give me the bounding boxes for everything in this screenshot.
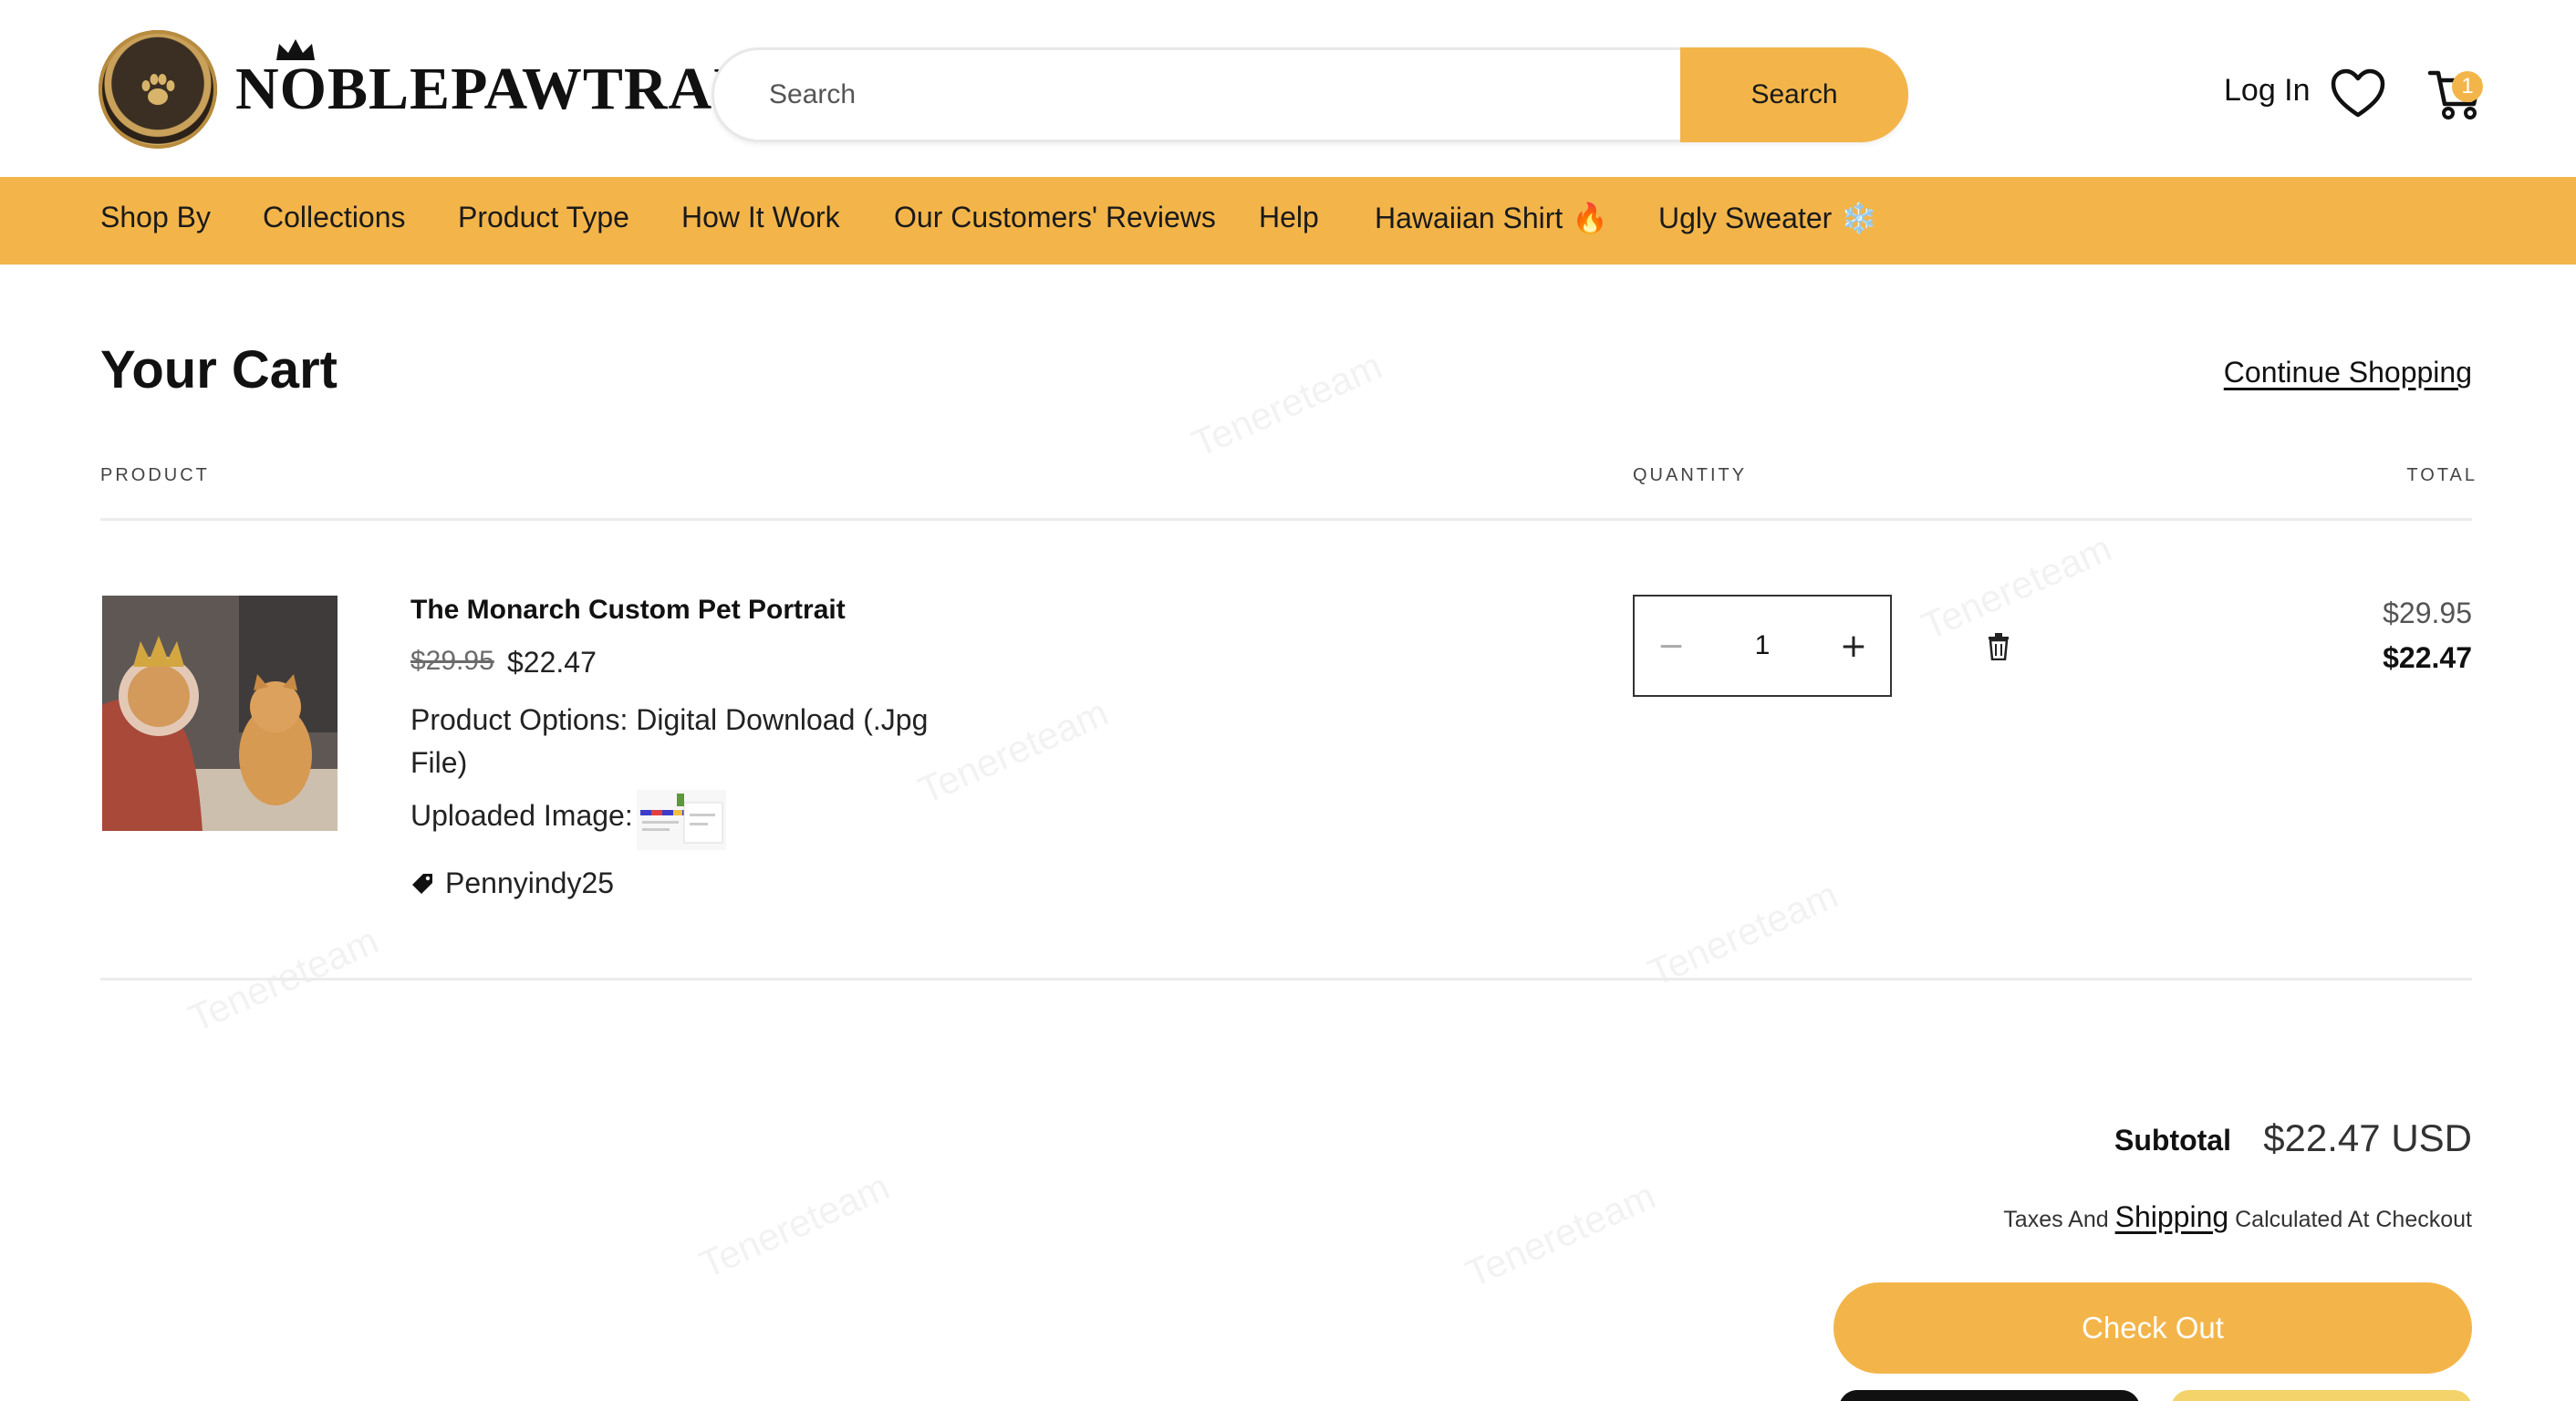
- logo-name: NOBLEPAWTRAIT: [235, 56, 778, 122]
- product-thumbnail[interactable]: [102, 596, 338, 831]
- wishlist-heart-icon[interactable]: [2330, 67, 2386, 119]
- nav-item-label: Hawaiian Shirt: [1375, 202, 1563, 234]
- shipping-link[interactable]: Shipping: [2115, 1200, 2229, 1233]
- page: Tenereteam Tenereteam Tenereteam Teneret…: [0, 0, 2576, 1401]
- nav-item-customer-reviews[interactable]: Our Customers' Reviews: [894, 201, 1216, 234]
- product-options: Product Options: Digital Download (.Jpg …: [410, 703, 929, 779]
- paw-logo-icon: [99, 30, 217, 149]
- column-header-quantity: QUANTITY: [1633, 465, 1748, 485]
- main-nav: Shop By Collections Product Type How It …: [0, 177, 2576, 265]
- tax-note-prefix: Taxes And: [2003, 1207, 2109, 1232]
- search-input[interactable]: [714, 50, 1681, 140]
- fire-icon: 🔥: [1572, 202, 1609, 234]
- cart-count-badge: 1: [2452, 71, 2483, 102]
- tax-shipping-note: Taxes And Shipping Calculated At Checkou…: [2003, 1200, 2472, 1234]
- original-price: $29.95: [410, 646, 494, 676]
- nav-item-collections[interactable]: Collections: [263, 201, 406, 234]
- decrease-quantity-button[interactable]: −: [1635, 597, 1708, 695]
- increase-quantity-button[interactable]: +: [1817, 597, 1890, 695]
- tax-note-suffix: Calculated At Checkout: [2235, 1207, 2472, 1232]
- nav-item-label: Our Customers' Reviews: [894, 201, 1216, 234]
- nav-item-label: How It Work: [681, 201, 840, 234]
- nav-item-label: Help: [1259, 201, 1319, 234]
- nav-item-label: Ugly Sweater: [1658, 202, 1833, 234]
- column-header-product: PRODUCT: [100, 465, 210, 485]
- nav-item-hawaiian-shirt[interactable]: Hawaiian Shirt 🔥: [1375, 201, 1608, 235]
- site-header: NOBLEPAWTRAIT Search Log In 1: [0, 0, 2576, 177]
- divider: [100, 978, 2472, 981]
- express-pay-button[interactable]: [2171, 1390, 2472, 1401]
- watermark-text: Tenereteam: [692, 1164, 896, 1287]
- nav-item-label: Product Type: [458, 201, 629, 234]
- quantity-input[interactable]: [1708, 597, 1817, 695]
- product-name[interactable]: The Monarch Custom Pet Portrait: [410, 595, 846, 626]
- nav-item-label: Collections: [263, 201, 406, 234]
- watermark-text: Tenereteam: [1185, 343, 1388, 466]
- site-logo[interactable]: NOBLEPAWTRAIT: [99, 29, 778, 150]
- snowflake-icon: ❄️: [1841, 202, 1878, 234]
- continue-shopping-link[interactable]: Continue Shopping: [2224, 356, 2472, 389]
- nav-item-help[interactable]: Help: [1259, 201, 1319, 234]
- watermark-text: Tenereteam: [1915, 525, 2118, 649]
- subtotal-label: Subtotal: [2114, 1124, 2231, 1157]
- express-pay-button[interactable]: [1839, 1390, 2140, 1401]
- page-title: Your Cart: [100, 340, 338, 400]
- login-link[interactable]: Log In: [2224, 73, 2311, 109]
- nav-item-product-type[interactable]: Product Type: [458, 201, 629, 234]
- column-header-total: TOTAL: [2406, 465, 2477, 485]
- uploaded-image-label: Uploaded Image:: [410, 799, 633, 832]
- watermark-text: Tenereteam: [1459, 1173, 1662, 1296]
- search-button[interactable]: Search: [1680, 47, 1908, 142]
- nav-item-label: Shop By: [100, 201, 211, 234]
- checkout-button[interactable]: Check Out: [1833, 1282, 2472, 1374]
- subtotal-value: $22.47 USD: [2263, 1116, 2472, 1159]
- discount-code: Pennyindy25: [445, 867, 615, 899]
- line-total-sale: $22.47: [2383, 641, 2472, 674]
- nav-item-how-it-work[interactable]: How It Work: [681, 201, 840, 234]
- discount-tag-icon: [412, 874, 432, 894]
- logo-wordmark: NOBLEPAWTRAIT: [235, 39, 778, 124]
- divider: [100, 518, 2472, 521]
- search-bar: Search: [712, 47, 1908, 142]
- nav-item-ugly-sweater[interactable]: Ugly Sweater ❄️: [1658, 201, 1877, 235]
- line-total-original: $29.95: [2383, 597, 2472, 629]
- uploaded-image-thumbnail[interactable]: [637, 790, 726, 850]
- nav-item-shop-by[interactable]: Shop By: [100, 201, 211, 234]
- watermark-text: Tenereteam: [1641, 872, 1844, 995]
- remove-item-trash-icon[interactable]: [1987, 633, 2010, 660]
- crown-icon: [276, 39, 315, 60]
- sale-price: $22.47: [507, 646, 597, 679]
- quantity-stepper: − +: [1633, 595, 1892, 697]
